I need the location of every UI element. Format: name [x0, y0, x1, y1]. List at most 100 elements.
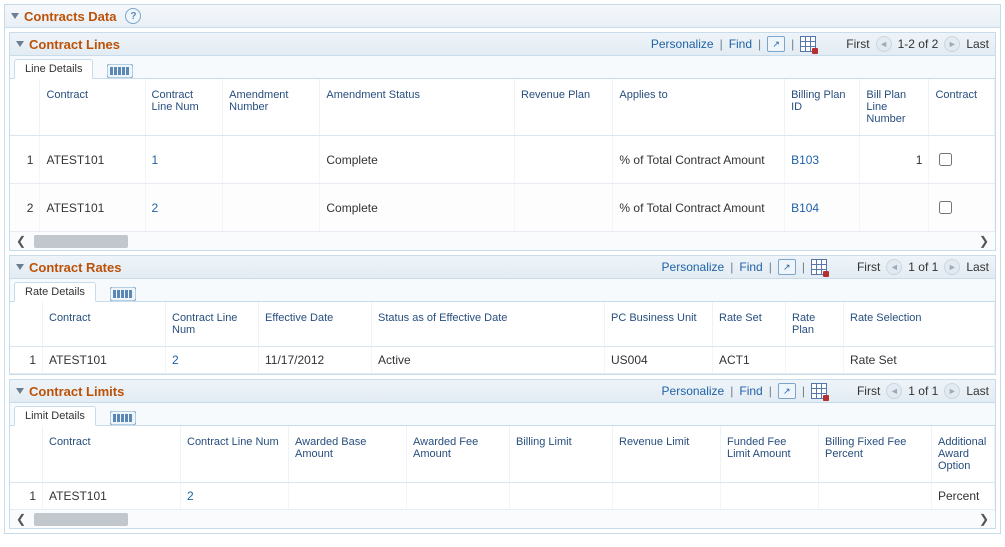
- download-icon[interactable]: [811, 383, 827, 399]
- cell-line-num[interactable]: 1: [145, 136, 223, 184]
- show-all-columns-icon[interactable]: [104, 410, 142, 425]
- lines-toolbar: Personalize | Find | | First ◄ 1-2 of 2 …: [651, 36, 989, 52]
- scroll-left-icon[interactable]: ❮: [10, 512, 32, 526]
- limits-hscrollbar[interactable]: ❮ ❯: [10, 510, 995, 528]
- collapse-icon: [16, 388, 24, 394]
- first-label[interactable]: First: [846, 37, 869, 51]
- col-pc-bu[interactable]: PC Business Unit: [605, 302, 713, 347]
- personalize-link[interactable]: Personalize: [662, 384, 725, 398]
- range-label: 1 of 1: [908, 260, 938, 274]
- cell-contract-check[interactable]: [929, 184, 995, 232]
- cell-bill-plan-id[interactable]: B104: [785, 184, 860, 232]
- contract-checkbox[interactable]: [939, 153, 952, 166]
- first-label[interactable]: First: [857, 384, 880, 398]
- col-contract[interactable]: Contract: [40, 79, 145, 136]
- next-arrow-icon[interactable]: ►: [944, 36, 960, 52]
- divider: |: [720, 37, 723, 51]
- last-label[interactable]: Last: [966, 37, 989, 51]
- personalize-link[interactable]: Personalize: [651, 37, 714, 51]
- contract-limits-title: Contract Limits: [29, 384, 124, 399]
- col-rate-plan[interactable]: Rate Plan: [786, 302, 844, 347]
- show-all-columns-icon[interactable]: [101, 63, 139, 78]
- cell-contract: ATEST101: [40, 184, 145, 232]
- col-rownum[interactable]: [10, 79, 40, 136]
- find-link[interactable]: Find: [739, 384, 762, 398]
- scroll-right-icon[interactable]: ❯: [973, 234, 995, 248]
- zoom-icon[interactable]: [778, 259, 796, 275]
- contract-limits-header[interactable]: Contract Limits Personalize | Find | | F…: [10, 380, 995, 403]
- cell-bill-plan-id[interactable]: B103: [785, 136, 860, 184]
- personalize-link[interactable]: Personalize: [662, 260, 725, 274]
- download-icon[interactable]: [811, 259, 827, 275]
- prev-arrow-icon[interactable]: ◄: [886, 259, 902, 275]
- col-funded-fee[interactable]: Funded Fee Limit Amount: [721, 426, 819, 483]
- row-num: 2: [10, 184, 40, 232]
- col-applies-to[interactable]: Applies to: [613, 79, 785, 136]
- col-status[interactable]: Status as of Effective Date: [372, 302, 605, 347]
- cell-contract: ATEST101: [43, 483, 181, 510]
- first-label[interactable]: First: [857, 260, 880, 274]
- col-bill-plan-id[interactable]: Billing Plan ID: [785, 79, 860, 136]
- prev-arrow-icon[interactable]: ◄: [886, 383, 902, 399]
- col-rownum[interactable]: [10, 426, 43, 483]
- col-rate-sel[interactable]: Rate Selection: [844, 302, 995, 347]
- cell-line-num[interactable]: 2: [145, 184, 223, 232]
- scroll-thumb[interactable]: [34, 235, 128, 248]
- col-eff-date[interactable]: Effective Date: [259, 302, 372, 347]
- col-billing-limit[interactable]: Billing Limit: [510, 426, 613, 483]
- find-link[interactable]: Find: [729, 37, 752, 51]
- last-label[interactable]: Last: [966, 384, 989, 398]
- cell-amend-num: [223, 136, 320, 184]
- scroll-thumb[interactable]: [34, 513, 128, 526]
- cell-contract: ATEST101: [43, 347, 166, 374]
- col-line-num[interactable]: Contract Line Num: [166, 302, 259, 347]
- rates-tab-row: Rate Details: [10, 279, 995, 302]
- show-all-columns-icon[interactable]: [104, 286, 142, 301]
- zoom-icon[interactable]: [778, 383, 796, 399]
- tab-line-details[interactable]: Line Details: [14, 59, 93, 79]
- scroll-track[interactable]: [34, 235, 971, 248]
- help-icon[interactable]: ?: [125, 8, 141, 24]
- contract-lines-section: Contract Lines Personalize | Find | | Fi…: [9, 32, 996, 251]
- col-awarded-base[interactable]: Awarded Base Amount: [289, 426, 407, 483]
- col-rev-plan[interactable]: Revenue Plan: [515, 79, 613, 136]
- next-arrow-icon[interactable]: ►: [944, 383, 960, 399]
- col-line-num[interactable]: Contract Line Num: [145, 79, 223, 136]
- find-link[interactable]: Find: [739, 260, 762, 274]
- col-contract2[interactable]: Contract: [929, 79, 995, 136]
- col-rate-set[interactable]: Rate Set: [713, 302, 786, 347]
- scroll-track[interactable]: [34, 513, 971, 526]
- col-line-num[interactable]: Contract Line Num: [181, 426, 289, 483]
- col-awarded-fee[interactable]: Awarded Fee Amount: [407, 426, 510, 483]
- col-amend-num[interactable]: Amendment Number: [223, 79, 320, 136]
- collapse-icon: [16, 41, 24, 47]
- col-amend-status[interactable]: Amendment Status: [320, 79, 515, 136]
- contracts-data-header[interactable]: Contracts Data ?: [5, 5, 1000, 28]
- next-arrow-icon[interactable]: ►: [944, 259, 960, 275]
- scroll-right-icon[interactable]: ❯: [973, 512, 995, 526]
- col-contract[interactable]: Contract: [43, 426, 181, 483]
- col-add-award[interactable]: Additional Award Option: [932, 426, 995, 483]
- col-fixed-fee-pct[interactable]: Billing Fixed Fee Percent: [819, 426, 932, 483]
- lines-hscrollbar[interactable]: ❮ ❯: [10, 232, 995, 250]
- col-revenue-limit[interactable]: Revenue Limit: [613, 426, 721, 483]
- zoom-icon[interactable]: [767, 36, 785, 52]
- scroll-left-icon[interactable]: ❮: [10, 234, 32, 248]
- contract-rates-header[interactable]: Contract Rates Personalize | Find | | Fi…: [10, 256, 995, 279]
- last-label[interactable]: Last: [966, 260, 989, 274]
- tab-rate-details[interactable]: Rate Details: [14, 282, 96, 302]
- divider: |: [758, 37, 761, 51]
- tab-limit-details[interactable]: Limit Details: [14, 406, 96, 426]
- col-bill-plan-line[interactable]: Bill Plan Line Number: [860, 79, 929, 136]
- contract-lines-header[interactable]: Contract Lines Personalize | Find | | Fi…: [10, 33, 995, 56]
- cell-line-num[interactable]: 2: [166, 347, 259, 374]
- col-contract[interactable]: Contract: [43, 302, 166, 347]
- cell-contract-check[interactable]: [929, 136, 995, 184]
- prev-arrow-icon[interactable]: ◄: [876, 36, 892, 52]
- table-row: 1ATEST1012Percent: [10, 483, 995, 510]
- cell-line-num[interactable]: 2: [181, 483, 289, 510]
- col-rownum[interactable]: [10, 302, 43, 347]
- download-icon[interactable]: [800, 36, 816, 52]
- contract-rates-section: Contract Rates Personalize | Find | | Fi…: [9, 255, 996, 375]
- contract-checkbox[interactable]: [939, 201, 952, 214]
